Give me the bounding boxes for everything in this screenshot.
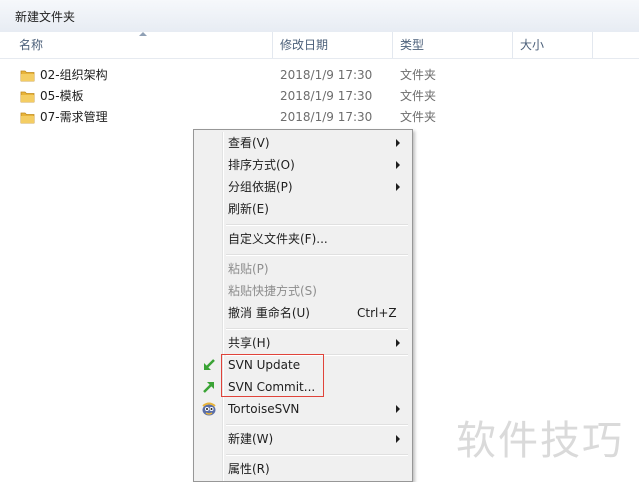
column-header-type[interactable]: 类型: [393, 32, 513, 58]
tortoisesvn-icon: [202, 402, 216, 416]
file-date: 2018/1/9 17:30: [280, 110, 373, 124]
file-row[interactable]: 05-模板 2018/1/9 17:30 文件夹: [0, 86, 639, 107]
menu-item-share[interactable]: 共享(H): [196, 332, 410, 354]
file-name: 02-组织架构: [40, 68, 108, 82]
menu-item-paste-shortcut: 粘贴快捷方式(S): [228, 284, 317, 298]
column-header-date[interactable]: 修改日期: [273, 32, 393, 58]
menu-item-group[interactable]: 分组依据(P): [196, 176, 410, 198]
menu-item-view[interactable]: 查看(V): [196, 132, 410, 154]
folder-icon: [20, 70, 35, 82]
menu-item-paste: 粘贴(P): [228, 262, 269, 276]
menu-separator: [226, 254, 408, 256]
submenu-arrow-icon: [396, 139, 400, 147]
file-type: 文件夹: [400, 89, 437, 103]
submenu-arrow-icon: [396, 161, 400, 169]
file-date: 2018/1/9 17:30: [280, 89, 373, 103]
watermark: 软件技巧: [452, 400, 639, 480]
folder-icon: [20, 91, 35, 103]
menu-separator: [226, 454, 408, 456]
undo-shortcut-key: Ctrl+Z: [357, 306, 397, 320]
menu-item-tortoisesvn[interactable]: TortoiseSVN: [196, 398, 410, 420]
watermark-text: 软件技巧: [456, 418, 624, 464]
column-header-bar: 名称 修改日期 类型 大小: [0, 32, 639, 59]
window-title-bar: 新建文件夹: [0, 0, 639, 33]
file-type: 文件夹: [400, 110, 437, 124]
menu-item-new[interactable]: 新建(W): [196, 428, 410, 450]
folder-icon: [20, 112, 35, 124]
svn-commit-icon: [203, 382, 214, 393]
submenu-arrow-icon: [396, 183, 400, 191]
menu-item-refresh[interactable]: 刷新(E): [196, 198, 410, 220]
file-type: 文件夹: [400, 68, 437, 82]
menu-separator: [226, 328, 408, 330]
file-row[interactable]: 02-组织架构 2018/1/9 17:30 文件夹: [0, 65, 639, 86]
file-date: 2018/1/9 17:30: [280, 68, 373, 82]
menu-item-undo-rename[interactable]: 撤消 重命名(U) Ctrl+Z: [196, 302, 410, 324]
submenu-arrow-icon: [396, 405, 400, 413]
svn-highlight-box: [221, 354, 324, 397]
file-name: 07-需求管理: [40, 110, 108, 124]
file-row[interactable]: 07-需求管理 2018/1/9 17:30 文件夹: [0, 107, 639, 128]
menu-item-sort[interactable]: 排序方式(O): [196, 154, 410, 176]
window-title: 新建文件夹: [15, 10, 76, 24]
file-name: 05-模板: [40, 89, 84, 103]
submenu-arrow-icon: [396, 435, 400, 443]
column-header-name[interactable]: 名称: [0, 32, 273, 58]
menu-item-properties[interactable]: 属性(R): [196, 458, 410, 480]
menu-item-customize-folder[interactable]: 自定义文件夹(F)...: [196, 228, 410, 250]
svn-update-icon: [204, 359, 215, 370]
sort-ascending-icon: [139, 32, 147, 36]
column-header-size[interactable]: 大小: [513, 32, 593, 58]
menu-separator: [226, 224, 408, 226]
menu-separator: [226, 424, 408, 426]
context-menu: 查看(V) 排序方式(O) 分组依据(P) 刷新(E) 自定义文件夹(F)...…: [193, 129, 413, 482]
submenu-arrow-icon: [396, 339, 400, 347]
